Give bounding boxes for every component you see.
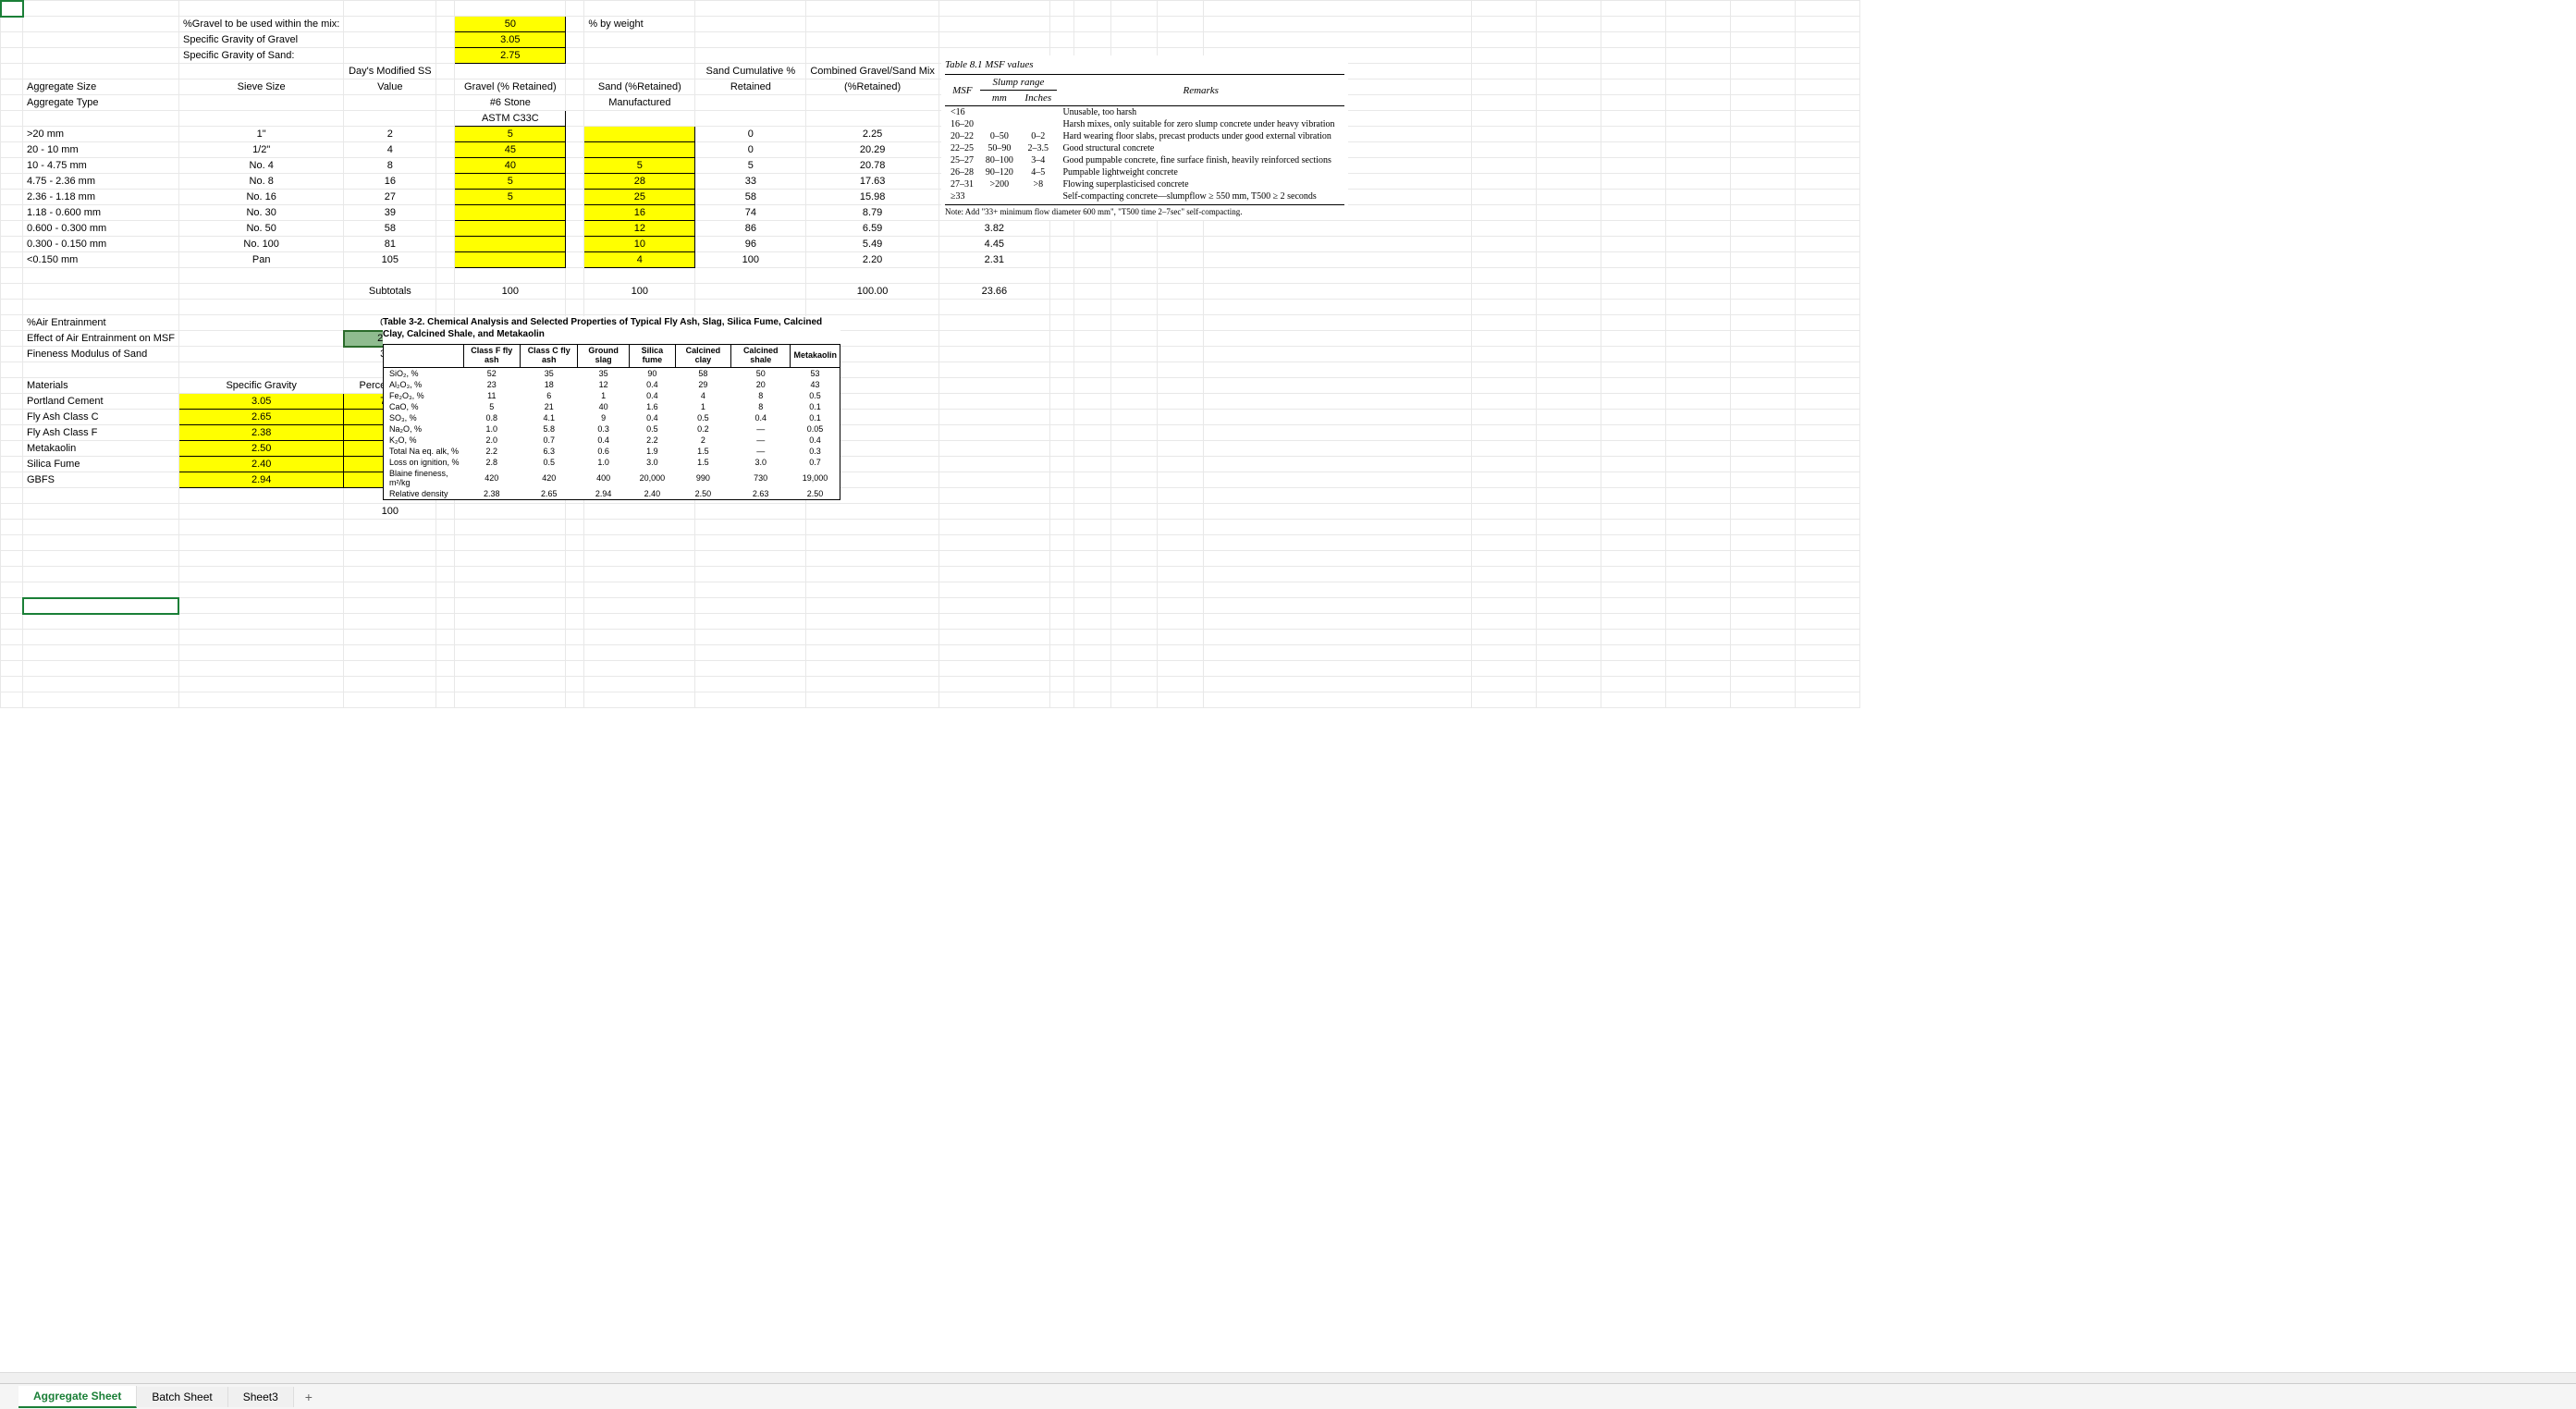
sieve-row: 10 - 4.75 mmNo. 48405520.781.66 xyxy=(1,158,1860,174)
selected-cell[interactable] xyxy=(23,598,179,614)
air-effect-label: Effect of Air Entrainment on MSF xyxy=(23,331,179,347)
pct-by-weight: % by weight xyxy=(584,17,695,32)
add-sheet-button[interactable]: + xyxy=(294,1386,324,1408)
hdr-sg: Specific Gravity xyxy=(178,378,343,394)
mat-row: Metakaolin2.500 xyxy=(1,441,1860,457)
mat-total: 100 xyxy=(344,504,436,520)
tab-sheet3[interactable]: Sheet3 xyxy=(228,1387,294,1407)
hdr-sand: Sand (%Retained) xyxy=(584,80,695,95)
spreadsheet-grid[interactable]: %Gravel to be used within the mix: 50 % … xyxy=(0,0,1860,708)
chemical-analysis-table: Table 3-2. Chemical Analysis and Selecte… xyxy=(383,316,840,500)
mat-row: Fly Ash Class F2.380 xyxy=(1,425,1860,441)
fm-label: Fineness Modulus of Sand xyxy=(23,347,179,362)
sieve-row: 1.18 - 0.600 mmNo. 303916748.793.43 xyxy=(1,205,1860,221)
sieve-row: 0.600 - 0.300 mmNo. 505812866.593.82 xyxy=(1,221,1860,237)
hdr-days1: Day's Modified SS xyxy=(344,64,436,80)
sg-sand[interactable]: 2.75 xyxy=(455,48,566,64)
sieve-row: 2.36 - 1.18 mmNo. 16275255815.984.32 xyxy=(1,190,1860,205)
sg-gravel[interactable]: 3.05 xyxy=(455,32,566,48)
msf-reference-table: Table 8.1 MSF values MSFSlump rangeRemar… xyxy=(941,55,1348,220)
hdr-stone6: #6 Stone xyxy=(455,95,566,111)
hdr-manuf: Manufactured xyxy=(584,95,695,111)
subtotals-label: Subtotals xyxy=(344,284,436,300)
hdr-days2: Value xyxy=(344,80,436,95)
sheet-tabs: Aggregate Sheet Batch Sheet Sheet3 + xyxy=(0,1383,2576,1409)
sieve-row: >20 mm1"2502.250.05 xyxy=(1,127,1860,142)
mat-row: Portland Cement3.0577.5 xyxy=(1,394,1860,410)
sg-sand-label: Specific Gravity of Sand: xyxy=(178,48,343,64)
hdr-aggtype: Aggregate Type xyxy=(23,95,179,111)
gravel-pct[interactable]: 50 xyxy=(455,17,566,32)
horizontal-scrollbar[interactable] xyxy=(0,1372,2576,1383)
hdr-aggsize: Aggregate Size xyxy=(23,80,179,95)
mat-row: GBFS2.940 xyxy=(1,472,1860,488)
hdr-comb1: Combined Gravel/Sand Mix xyxy=(806,64,939,80)
hdr-materials: Materials xyxy=(23,378,179,394)
sieve-row: 4.75 - 2.36 mmNo. 8165283317.632.82 xyxy=(1,174,1860,190)
sieve-row: 0.300 - 0.150 mmNo. 1008110965.494.45 xyxy=(1,237,1860,252)
hdr-gravel: Gravel (% Retained) xyxy=(455,80,566,95)
sieve-row: <0.150 mmPan10541002.202.31 xyxy=(1,252,1860,268)
air-entr-label: %Air Entrainment xyxy=(23,315,179,331)
sg-gravel-label: Specific Gravity of Gravel xyxy=(178,32,343,48)
hdr-comb2: (%Retained) xyxy=(806,80,939,95)
hdr-cum1: Sand Cumulative % xyxy=(695,64,806,80)
hdr-astm: ASTM C33C xyxy=(455,111,566,127)
hdr-cum2: Retained xyxy=(695,80,806,95)
mat-row: Silica Fume2.407.5 xyxy=(1,457,1860,472)
gravel-pct-label: %Gravel to be used within the mix: xyxy=(178,17,343,32)
mat-row: Fly Ash Class C2.6515 xyxy=(1,410,1860,425)
hdr-sieve: Sieve Size xyxy=(178,80,343,95)
tab-batch[interactable]: Batch Sheet xyxy=(137,1387,227,1407)
sieve-row: 20 - 10 mm1/2"445020.290.81 xyxy=(1,142,1860,158)
tab-aggregate[interactable]: Aggregate Sheet xyxy=(18,1386,137,1408)
